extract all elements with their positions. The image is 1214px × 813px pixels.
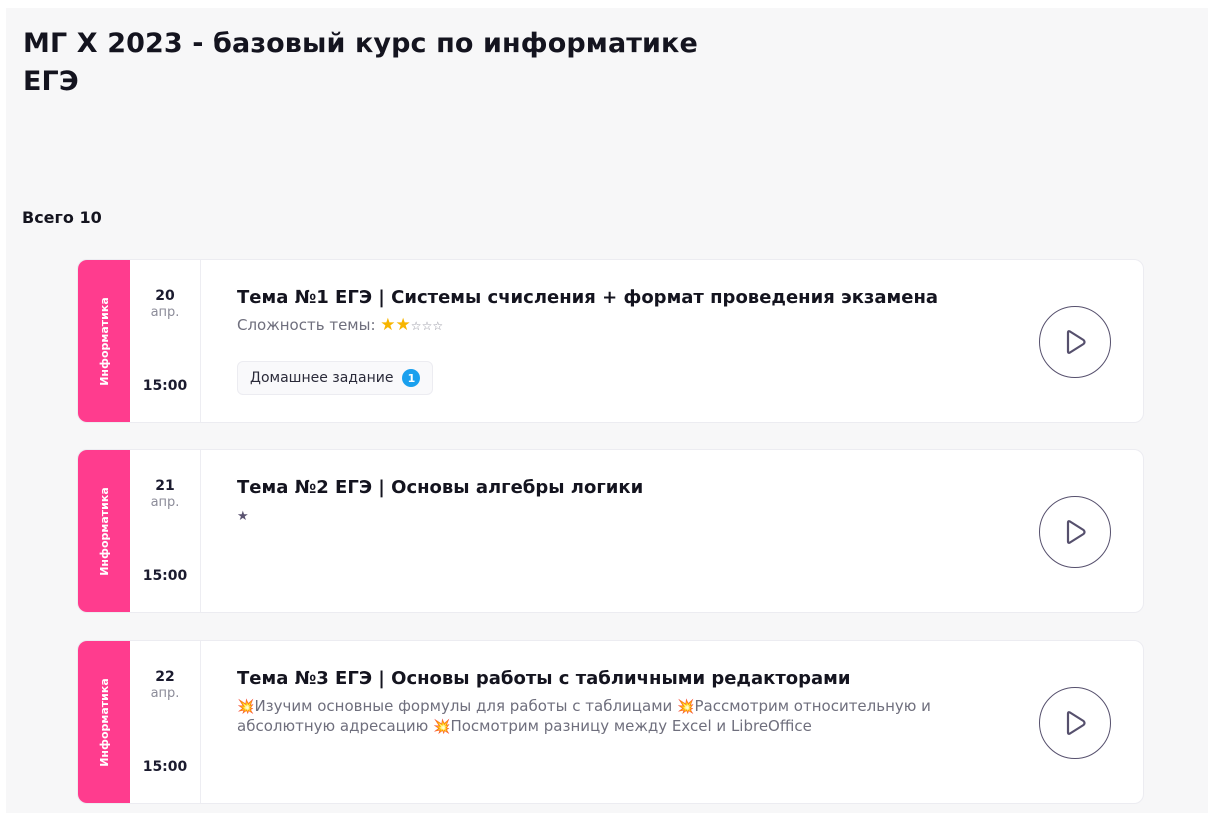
lesson-time: 15:00 xyxy=(142,568,188,584)
star-empty-icon: ☆ xyxy=(432,319,444,333)
lesson-description: 💥Изучим основные формулы для работы с та… xyxy=(237,697,957,737)
homework-label: Домашнее задание xyxy=(250,370,394,386)
play-icon xyxy=(1066,711,1086,735)
lesson-date: 21 апр. 15:00 xyxy=(130,450,201,612)
course-page: МГ X 2023 - базовый курс по информатике … xyxy=(6,8,1208,813)
lesson-time: 15:00 xyxy=(142,759,188,775)
star-filled-icon: ★ xyxy=(380,315,396,335)
subject-label: Информатика xyxy=(97,486,111,576)
lesson-title[interactable]: Тема №2 ЕГЭ | Основы алгебры логики xyxy=(237,476,957,500)
star-filled-icon: ★ xyxy=(395,315,411,335)
lesson-date: 20 апр. 15:00 xyxy=(130,260,201,422)
date-month: апр. xyxy=(150,495,180,510)
lesson-body: Тема №3 ЕГЭ | Основы работы с табличными… xyxy=(237,667,957,737)
date-day: 22 xyxy=(155,669,175,685)
date-day: 21 xyxy=(155,478,175,494)
description-part: Изучим основные формулы для работы с таб… xyxy=(254,697,673,715)
collision-emoji-icon: 💥 xyxy=(237,699,255,715)
lesson-card[interactable]: Информатика 20 апр. 15:00 Тема №1 ЕГЭ | … xyxy=(77,259,1144,423)
description-part: Посмотрим разницу между Excel и LibreOff… xyxy=(450,717,812,735)
lesson-description: ★ xyxy=(237,506,957,526)
subject-label: Информатика xyxy=(97,296,111,386)
subject-label: Информатика xyxy=(97,677,111,767)
course-title: МГ X 2023 - базовый курс по информатике … xyxy=(23,28,698,97)
collision-emoji-icon: 💥 xyxy=(433,719,451,735)
date-month: апр. xyxy=(150,305,180,320)
date-month: апр. xyxy=(150,686,180,701)
play-icon xyxy=(1066,520,1086,544)
lessons-total: Всего 10 xyxy=(22,208,102,227)
lesson-date: 22 апр. 15:00 xyxy=(130,641,201,803)
star-icon: ★ xyxy=(237,509,249,524)
homework-button[interactable]: Домашнее задание 1 xyxy=(237,361,434,395)
collision-emoji-icon: 💥 xyxy=(677,699,695,715)
lesson-card[interactable]: Информатика 22 апр. 15:00 Тема №3 ЕГЭ | … xyxy=(77,640,1144,804)
star-empty-icon: ☆ xyxy=(421,319,433,333)
homework-count-badge: 1 xyxy=(402,369,421,387)
play-icon xyxy=(1066,330,1086,354)
difficulty-rating: Сложность темы: ★★☆☆☆ xyxy=(237,316,957,336)
play-button[interactable] xyxy=(1039,496,1111,568)
play-button[interactable] xyxy=(1039,687,1111,759)
lesson-title[interactable]: Тема №3 ЕГЭ | Основы работы с табличными… xyxy=(237,667,957,691)
star-empty-icon: ☆ xyxy=(410,319,422,333)
difficulty-stars: ★★☆☆☆ xyxy=(380,315,444,335)
lesson-title[interactable]: Тема №1 ЕГЭ | Системы счисления + формат… xyxy=(237,286,957,310)
subject-strip: Информатика xyxy=(78,450,130,612)
lesson-body: Тема №1 ЕГЭ | Системы счисления + формат… xyxy=(237,286,957,395)
difficulty-label: Сложность темы: xyxy=(237,316,376,334)
subject-strip: Информатика xyxy=(78,260,130,422)
subject-strip: Информатика xyxy=(78,641,130,803)
lesson-card[interactable]: Информатика 21 апр. 15:00 Тема №2 ЕГЭ | … xyxy=(77,449,1144,613)
date-day: 20 xyxy=(155,288,175,304)
lesson-body: Тема №2 ЕГЭ | Основы алгебры логики ★ xyxy=(237,476,957,526)
lesson-time: 15:00 xyxy=(142,378,188,394)
play-button[interactable] xyxy=(1039,306,1111,378)
